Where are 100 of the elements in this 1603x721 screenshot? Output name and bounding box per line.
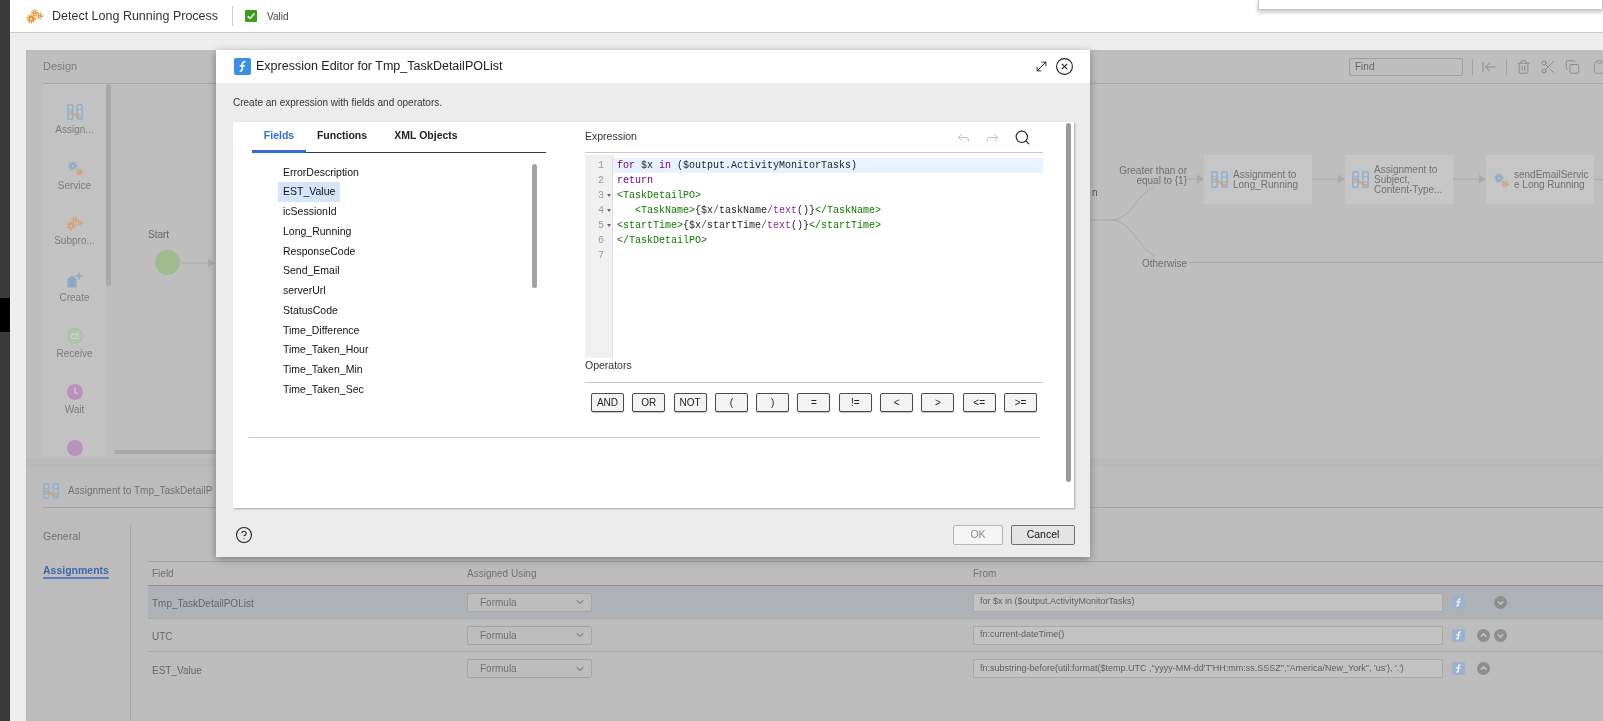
expand-icon[interactable]: [1034, 59, 1049, 74]
expression-field[interactable]: fn:substring-before(util:format($temp.UTC ,"yyyy-MM-dd'T'HH:mm:ss.SSSZ","America/New_York", 'us'), '.'): [973, 659, 1443, 678]
code-line: <TaskDetailPO>: [616, 189, 702, 203]
fold-caret-icon[interactable]: [607, 224, 611, 227]
scrollbar[interactable]: [106, 84, 111, 286]
copy-icon[interactable]: [1565, 58, 1580, 75]
table-row[interactable]: EST_Value Formula fn:substring-before(util:format($temp.UTC ,"yyyy-MM-dd'T'HH:mm:ss.SSSZ","America/New_York", 'us'), '.'): [148, 652, 1603, 685]
node-label: Assignment to Long_Running: [1233, 169, 1300, 190]
code-line: return: [616, 174, 654, 188]
operator-button[interactable]: <: [880, 393, 914, 412]
envelope-icon: [66, 328, 83, 344]
dialog-description: Create an expression with fields and operators.: [233, 97, 443, 109]
dark-block: [0, 298, 10, 332]
operator-button[interactable]: OR: [632, 393, 666, 412]
code-line: <TaskName>{$x/taskName/text()}</TaskName>: [634, 204, 883, 218]
column-header: Field: [151, 567, 175, 581]
node-label: sendEmailService Long Running: [1514, 169, 1590, 190]
operator-button[interactable]: >=: [1003, 393, 1037, 412]
fold-caret-icon[interactable]: [607, 209, 611, 212]
scissors-icon[interactable]: [1540, 58, 1556, 75]
section-label: Operators: [585, 358, 632, 374]
tab[interactable]: Fields: [252, 122, 306, 153]
line-number: 5: [597, 219, 604, 233]
tag-plus-icon: [66, 272, 83, 288]
chevron-down-icon[interactable]: [1494, 628, 1507, 642]
field-item[interactable]: Send_Email: [278, 261, 345, 281]
trash-icon[interactable]: [1516, 58, 1531, 75]
operator-button[interactable]: >: [921, 393, 955, 412]
table-cell: EST_Value: [152, 664, 202, 676]
flow-label: n: [1092, 187, 1098, 199]
fold-caret-icon[interactable]: [607, 194, 611, 197]
field-item[interactable]: ErrorDescription: [278, 162, 364, 183]
expression-field[interactable]: for $x in ($output.ActivityMonitorTasks): [973, 592, 1443, 612]
arrow-connector: [1187, 174, 1204, 184]
field-item[interactable]: StatusCode: [278, 300, 343, 321]
search-icon[interactable]: [1014, 128, 1031, 146]
table-row[interactable]: Tmp_TaskDetailPOList Formula for $x in ($output.ActivityMonitorTasks): [148, 586, 1603, 619]
field-item[interactable]: Time_Taken_Min: [278, 360, 368, 380]
gears-icon: [66, 216, 83, 231]
operator-button[interactable]: ): [756, 393, 790, 412]
line-number: 1: [597, 159, 604, 173]
field-item[interactable]: serverUrl: [278, 281, 331, 301]
line-number: 4: [597, 204, 604, 218]
close-icon[interactable]: [1055, 57, 1074, 76]
tab[interactable]: Functions: [306, 122, 378, 153]
field-item[interactable]: Time_Difference: [278, 320, 365, 341]
line-number: 7: [597, 249, 604, 263]
mapping-icon: [43, 482, 59, 499]
function-icon: [1452, 595, 1465, 609]
field-item[interactable]: ResponseCode: [278, 241, 361, 262]
clock-icon: [66, 384, 83, 400]
code-line: <startTime>{$x/startTime/text()}</startTime>: [616, 219, 883, 233]
tab[interactable]: XML Objects: [378, 122, 474, 153]
chevron-up-icon[interactable]: [1477, 628, 1490, 642]
help-icon[interactable]: [235, 526, 253, 544]
gears-icon: [66, 160, 83, 176]
start-circle: [155, 250, 180, 275]
scrollbar[interactable]: [532, 164, 537, 288]
operator-button[interactable]: !=: [838, 393, 872, 412]
table-cell: UTC: [152, 631, 173, 642]
function-icon: [234, 58, 251, 75]
dialog-button[interactable]: Cancel: [1011, 525, 1075, 545]
branch-label: Otherwise: [1142, 258, 1187, 270]
clipboard-icon[interactable]: [1592, 58, 1603, 75]
chevron-down-icon[interactable]: [1494, 595, 1507, 609]
gears-icon: [26, 8, 43, 24]
operator-button[interactable]: <=: [962, 393, 996, 412]
process-title: Detect Long Running Process: [52, 7, 219, 25]
field-item[interactable]: icSessionId: [278, 202, 342, 222]
table-cell: Tmp_TaskDetailPOList: [152, 598, 254, 609]
field-item[interactable]: Time_Taken_Sec: [278, 379, 369, 400]
line-number: 6: [597, 234, 604, 248]
mapping-icon: [1211, 171, 1228, 188]
operator-button[interactable]: =: [797, 393, 831, 412]
code-editor[interactable]: 1 2 3 4 5 6 7 for $x in ($output.ActivityMonitorTasks) return <TaskDetailPO> <TaskName>{$x/taskName/text()}</TaskName> <startTime>{$x/startTime/text()}</startTime> </TaskDetailPO>: [585, 155, 1043, 358]
function-icon: [1452, 628, 1465, 642]
column-header: Assigned Using: [466, 567, 538, 581]
field-item[interactable]: EST_Value: [278, 182, 341, 202]
expression-field[interactable]: fn:current-dateTime(): [973, 625, 1443, 645]
table-row[interactable]: UTC Formula fn:current-dateTime(): [148, 619, 1603, 652]
step-title: Assignment to Tmp_TaskDetailP: [68, 484, 213, 498]
mapping-icon: [66, 104, 83, 120]
circle-icon: [66, 440, 83, 456]
operator-button[interactable]: NOT: [673, 393, 707, 412]
section-label: Expression: [585, 129, 637, 145]
chevron-up-icon[interactable]: [1477, 662, 1490, 675]
node-label: Assignment to Subject, Content-Type...: [1374, 164, 1444, 195]
operator-button[interactable]: (: [714, 393, 748, 412]
field-item[interactable]: Long_Running: [278, 221, 357, 242]
column-header: From: [972, 567, 998, 581]
find-field[interactable]: Find: [1349, 57, 1463, 76]
start-label: Start: [148, 229, 170, 241]
field-item[interactable]: Time_Taken_Hour: [278, 340, 374, 360]
scrollbar[interactable]: [1066, 123, 1071, 482]
arrow-connector: [1312, 174, 1345, 184]
code-line: </TaskDetailPO>: [616, 234, 708, 248]
gears-icon: [1493, 171, 1509, 188]
line-number: 2: [597, 174, 604, 188]
operator-button[interactable]: AND: [591, 393, 624, 412]
dialog-title: Expression Editor for Tmp_TaskDetailPOList: [256, 58, 503, 76]
